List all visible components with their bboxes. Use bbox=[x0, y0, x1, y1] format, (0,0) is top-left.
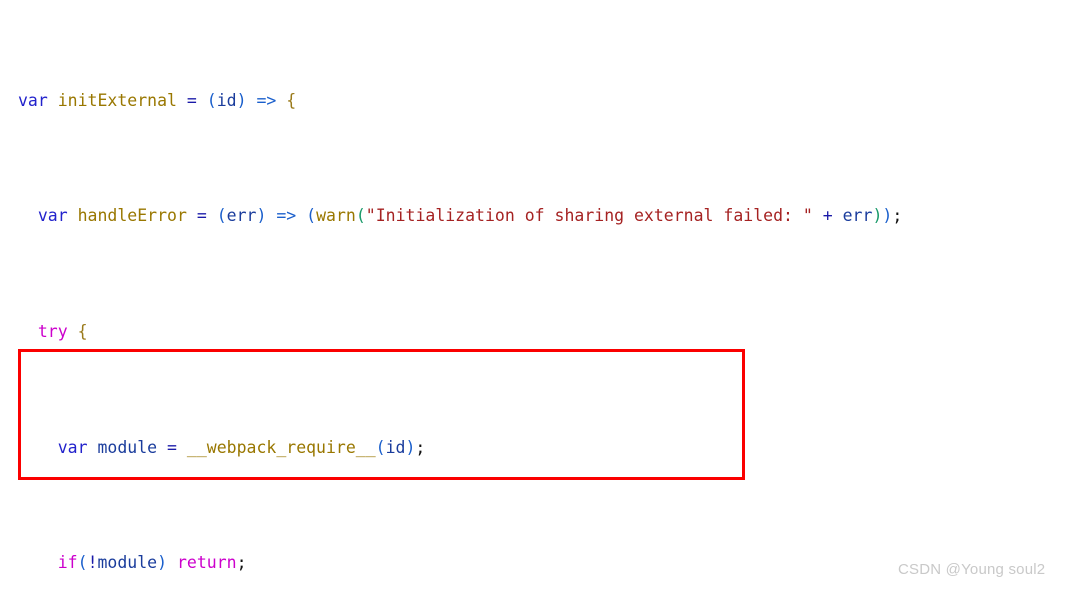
code-line[interactable]: var handleError = (err) => (warn("Initia… bbox=[0, 202, 1071, 231]
code-block[interactable]: var initExternal = (id) => { var handleE… bbox=[0, 0, 1071, 592]
code-screenshot: var initExternal = (id) => { var handleE… bbox=[0, 0, 1071, 592]
code-line[interactable]: try { bbox=[0, 318, 1071, 347]
csdn-watermark: CSDN @Young soul2 bbox=[898, 561, 1046, 578]
code-line[interactable]: var initExternal = (id) => { bbox=[0, 87, 1071, 116]
code-line[interactable]: var module = __webpack_require__(id); bbox=[0, 434, 1071, 463]
